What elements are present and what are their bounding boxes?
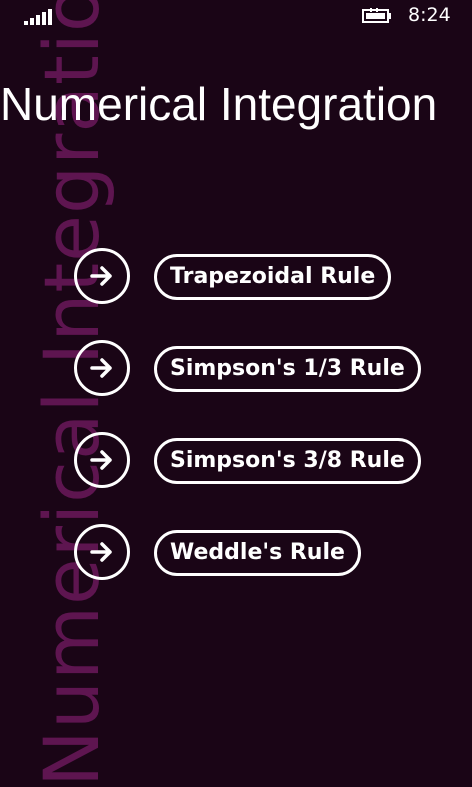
status-time: 8:24	[408, 4, 451, 26]
menu-row-weddles: Weddle's Rule	[74, 524, 454, 586]
simpsons-1-3-rule-button[interactable]: Simpson's 1/3 Rule	[154, 346, 421, 392]
menu-row-simpsons-1-3: Simpson's 1/3 Rule	[74, 340, 454, 402]
menu-row-simpsons-3-8: Simpson's 3/8 Rule	[74, 432, 454, 494]
arrow-button-trapezoidal[interactable]	[74, 248, 130, 304]
arrow-right-icon	[90, 266, 112, 286]
arrow-right-icon	[90, 358, 112, 378]
arrow-button-weddles[interactable]	[74, 524, 130, 580]
arrow-button-simpsons-1-3[interactable]	[74, 340, 130, 396]
arrow-right-icon	[90, 450, 112, 470]
page-title: Numerical Integration	[0, 78, 438, 130]
trapezoidal-rule-button[interactable]: Trapezoidal Rule	[154, 254, 392, 300]
menu-row-trapezoidal: Trapezoidal Rule	[74, 248, 454, 310]
simpsons-3-8-rule-button[interactable]: Simpson's 3/8 Rule	[154, 438, 421, 484]
arrow-right-icon	[90, 542, 112, 562]
arrow-button-simpsons-3-8[interactable]	[74, 432, 130, 488]
weddles-rule-button[interactable]: Weddle's Rule	[154, 530, 361, 576]
battery-charging-icon	[362, 8, 392, 24]
